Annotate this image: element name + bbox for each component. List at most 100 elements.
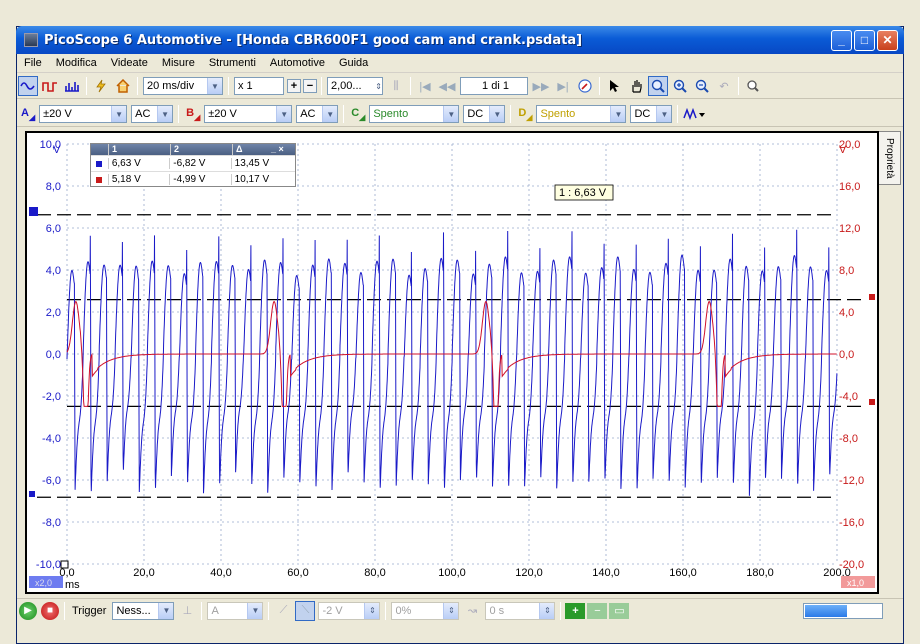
maximize-button[interactable]: □ <box>854 29 875 51</box>
scope-mode-icon[interactable] <box>18 76 38 96</box>
chevron-down-icon: ▼ <box>322 106 338 122</box>
menu-misure[interactable]: Misure <box>155 57 202 69</box>
window-title: PicoScope 6 Automotive - [Honda CBR600F1… <box>44 32 583 48</box>
right-axis-tick-label: -4,0 <box>839 391 858 403</box>
stop-button[interactable]: ■ <box>41 601 59 620</box>
overview-icon[interactable] <box>743 76 763 96</box>
channel-c-range-select[interactable]: Spento ▼ <box>369 105 460 123</box>
ruler-b2-handle[interactable] <box>869 399 875 405</box>
channel-a-range-select[interactable]: ±20 V ▼ <box>39 105 128 123</box>
toolbar-separator <box>410 77 411 95</box>
right-axis-tick-label: 0,0 <box>839 349 854 361</box>
zoom-in-icon[interactable] <box>670 76 690 96</box>
prev-buffer-icon[interactable]: ◀◀ <box>437 76 457 96</box>
pre-trigger-value: 0% <box>395 604 412 617</box>
trigger-source-select[interactable]: A ▼ <box>207 601 264 620</box>
toolbar-separator <box>228 77 229 95</box>
advanced-trigger-icon: ⊥ <box>182 605 193 617</box>
title-bar[interactable]: PicoScope 6 Automotive - [Honda CBR600F1… <box>16 26 904 54</box>
channel-b-coupling-select[interactable]: AC ▼ <box>296 105 339 123</box>
timebase-select[interactable]: 20 ms/div ▼ <box>143 77 223 95</box>
trigger-label: Trigger <box>72 604 107 617</box>
toolbar-separator <box>137 77 138 95</box>
home-icon[interactable] <box>113 76 133 96</box>
resolution-icon: ⫼ <box>393 79 399 92</box>
ruler-b-value-1: 5,18 V <box>107 174 169 185</box>
channel-a-label[interactable]: A ◢ <box>21 107 35 122</box>
x-axis-tick-label: 60,0 <box>287 567 308 579</box>
channel-a-range-value: ±20 V <box>43 108 72 120</box>
persistence-mode-icon[interactable] <box>40 76 60 96</box>
trigger-mode-select[interactable]: Ness... ▼ <box>112 601 175 620</box>
ruler-a1-handle[interactable] <box>29 207 38 216</box>
channel-c-coupling-select[interactable]: DC ▼ <box>463 105 506 123</box>
menu-file[interactable]: File <box>17 57 49 69</box>
math-channels-icon[interactable] <box>682 104 706 124</box>
trigger-toolbar: ▶ ■ Trigger Ness... ▼ ⊥ A ▼ ⟋ ⟍ -2 V ⇕ 0% ⇕ … <box>17 598 903 622</box>
ruler-b1-handle[interactable] <box>869 294 875 300</box>
pointer-tool-icon[interactable] <box>604 76 624 96</box>
menu-strumenti[interactable]: Strumenti <box>202 57 263 69</box>
last-buffer-icon[interactable]: ▶| <box>553 76 573 96</box>
ruler-tooltip-text: 1 : 6,63 V <box>559 187 607 199</box>
channel-a-letter: A <box>21 106 29 119</box>
zoom-plus-button[interactable]: + <box>287 79 301 93</box>
channel-d-label[interactable]: D ◢ <box>518 107 532 122</box>
minimize-button[interactable]: _ <box>831 29 852 51</box>
spin-icon: ⇕ <box>364 602 380 619</box>
samples-field[interactable]: 2,00... ⇕ <box>327 77 383 95</box>
trigger-delay-field[interactable]: 0 s ⇕ <box>485 601 556 620</box>
right-axis-ticks: 20,016,012,08,04,00,0-4,0-8,0-12,0-16,0-… <box>839 139 864 571</box>
ruler-header-delta: Δ <box>232 144 297 155</box>
buffer-field[interactable]: 1 di 1 <box>460 77 528 95</box>
zoom-minus-button[interactable]: − <box>303 79 317 93</box>
capture-progress <box>803 602 883 619</box>
menu-modifica[interactable]: Modifica <box>49 57 104 69</box>
menu-guida[interactable]: Guida <box>332 57 375 69</box>
menu-automotive[interactable]: Automotive <box>263 57 332 69</box>
ruler-a-delta: 13,45 V <box>230 158 295 169</box>
ruler-a2-handle[interactable] <box>29 491 35 497</box>
toolbar-separator <box>599 77 600 95</box>
auto-setup-icon[interactable] <box>91 76 111 96</box>
trigger-level-field[interactable]: -2 V ⇕ <box>318 601 381 620</box>
timebase-value: 20 ms/div <box>147 80 195 92</box>
first-buffer-icon[interactable]: |◀ <box>415 76 435 96</box>
left-axis-tick-label: -10,0 <box>36 559 61 571</box>
left-axis-unit: V <box>53 144 61 156</box>
x-axis-tick-label: 180,0 <box>746 567 774 579</box>
channel-c-range-value: Spento <box>373 108 409 120</box>
properties-tab[interactable]: Proprietà <box>879 131 901 185</box>
channel-c-label[interactable]: C ◢ <box>351 107 365 122</box>
channel-d-coupling-select[interactable]: DC ▼ <box>630 105 673 123</box>
x-axis-tick-label: 40,0 <box>210 567 231 579</box>
ruler-legend[interactable]: 1 2 Δ _ × 6,63 V -6,82 V 13,45 V 5,18 V … <box>90 143 296 187</box>
menu-videate[interactable]: Videate <box>104 57 155 69</box>
pre-trigger-field[interactable]: 0% ⇕ <box>391 601 460 620</box>
spectrum-mode-icon[interactable] <box>62 76 82 96</box>
zoom-out-icon[interactable] <box>692 76 712 96</box>
zoom-field[interactable]: x 1 <box>234 77 284 95</box>
channel-b-label[interactable]: B ◢ <box>186 107 200 122</box>
edit-measurement-icon: ▭ <box>609 602 630 619</box>
start-button[interactable]: ▶ <box>19 601 37 620</box>
samples-value: 2,00... <box>331 80 362 92</box>
channel-c-letter: C <box>351 106 360 119</box>
buffer-value: 1 di 1 <box>482 80 509 92</box>
channel-b-range-select[interactable]: ±20 V ▼ <box>204 105 293 123</box>
next-buffer-icon[interactable]: ▶▶ <box>531 76 551 96</box>
navigator-icon[interactable] <box>575 76 595 96</box>
ruler-legend-controls[interactable]: _ × <box>271 144 284 155</box>
add-measurement-icon[interactable]: + <box>565 602 586 619</box>
toolbar-separator <box>268 601 270 620</box>
channel-a-coupling-select[interactable]: AC ▼ <box>131 105 174 123</box>
hand-tool-icon[interactable] <box>626 76 646 96</box>
scope-view[interactable]: 1 0,0 8,0 6,0 4,0 2,0 0,0 -2,0 -4,0 -6,0 -8,0 -10,0… <box>25 131 879 594</box>
zoom-area-icon[interactable] <box>648 76 668 96</box>
scope-graph[interactable]: 1 0,0 8,0 6,0 4,0 2,0 0,0 -2,0 -4,0 -6,0 -8,0 -10,0… <box>27 133 877 592</box>
remove-measurement-icon: − <box>587 602 608 619</box>
channel-d-range-value: Spento <box>540 108 576 120</box>
x-axis-tick-label: 140,0 <box>592 567 620 579</box>
close-button[interactable]: ✕ <box>877 29 898 51</box>
channel-d-range-select[interactable]: Spento ▼ <box>536 105 627 123</box>
